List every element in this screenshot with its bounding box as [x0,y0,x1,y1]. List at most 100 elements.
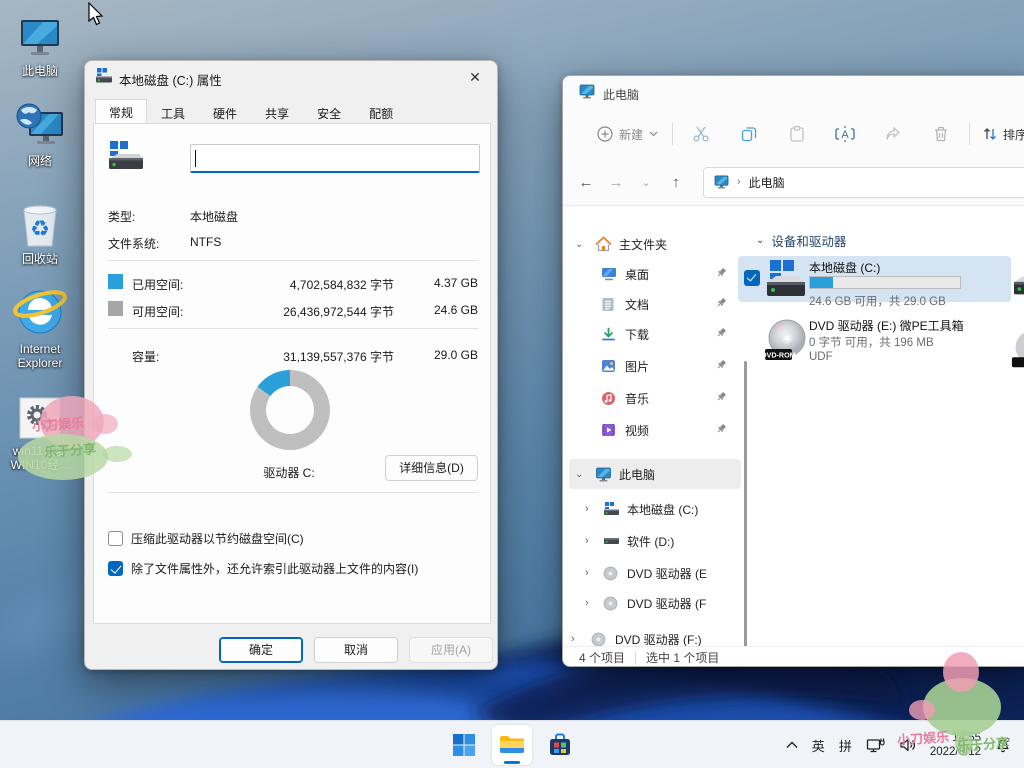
new-button[interactable]: 新建 [587,117,668,151]
svg-text:z: z [1007,737,1010,744]
desktop-icon-network[interactable]: 网络 [2,102,78,168]
sort-button[interactable]: 排序 [974,117,1024,151]
sidebar-item-documents[interactable]: 文档 [563,289,749,319]
drive-item-dvd-e[interactable]: DVD-ROM DVD 驱动器 (E:) 微PE工具箱 0 字节 可用，共 19… [738,314,1011,376]
index-checkbox-row[interactable]: 除了文件属性外，还允许索引此驱动器上文件的内容(I) [108,560,418,577]
index-checkbox[interactable] [108,561,123,576]
drive-c-icon [603,502,620,516]
toolbar-divider [672,123,673,145]
cancel-button[interactable]: 取消 [314,637,398,663]
copy-button[interactable] [725,117,773,151]
chevron-expanded-icon[interactable]: ⌄ [575,239,583,250]
system-tray: 英 拼 14:55 2022/8/12 z [779,721,1024,768]
sidebar-item-pictures[interactable]: 图片 [563,351,749,381]
chevron-collapsed-icon[interactable]: › [585,503,589,515]
sidebar-item-drive-c[interactable]: › 本地磁盘 (C:) [563,494,749,524]
sidebar-item-dvd-f[interactable]: › DVD 驱动器 (F [563,588,749,618]
volume-label-input[interactable] [190,144,480,173]
tab-general[interactable]: 常规 [95,99,147,123]
drive-usage-bar [809,276,961,289]
desktop-icon-label: 此电脑 [2,64,78,78]
forward-button[interactable]: → [601,167,631,197]
address-bar[interactable]: › 此电脑 [703,167,1024,198]
free-space-legend-swatch [108,301,123,316]
tab-quota[interactable]: 配额 [355,100,407,124]
close-icon[interactable]: ✕ [465,67,485,87]
share-icon [884,125,902,143]
compress-checkbox[interactable] [108,531,123,546]
chevron-collapsed-icon[interactable]: › [585,567,589,579]
desktop-icon-label-line1: win11恢复 [13,444,67,458]
status-items-count: 4 个项目 [579,649,625,666]
explorer-chrome: 此电脑 新建 A 排序 [563,76,1024,206]
rename-button[interactable]: A [821,117,869,151]
download-icon [601,327,616,342]
chevron-expanded-icon[interactable]: ⌄ [575,469,583,480]
selected-checkbox[interactable] [744,270,760,286]
ok-button[interactable]: 确定 [219,637,303,663]
ime-language-pinyin[interactable]: 拼 [832,725,859,765]
chevron-collapsed-icon[interactable]: › [585,597,589,609]
taskbar-store-button[interactable] [540,725,580,765]
breadcrumb-separator: › [737,176,741,188]
hidden-icons-chevron[interactable] [779,725,805,765]
taskbar-file-explorer-button[interactable] [492,725,532,765]
copy-icon [740,125,758,143]
sidebar-item-label: 桌面 [625,266,649,283]
sidebar-item-videos[interactable]: 视频 [563,415,749,445]
general-tab-panel: 类型: 本地磁盘 文件系统: NTFS 已用空间: 4,702,584,832 … [93,123,491,624]
pin-icon [716,359,727,370]
apply-button[interactable]: 应用(A) [409,637,493,663]
volume-icon[interactable] [892,725,924,765]
paste-button[interactable] [773,117,821,151]
cut-button[interactable] [677,117,725,151]
sidebar-item-downloads[interactable]: 下载 [563,319,749,349]
clipped-drive-item[interactable] [1011,264,1024,298]
delete-button[interactable] [917,117,965,151]
tab-hardware[interactable]: 硬件 [199,100,251,124]
chevron-collapsed-icon[interactable]: › [571,633,575,645]
up-button[interactable]: ↑ [661,167,691,197]
desktop-icon-internet-explorer[interactable]: InternetExplorer [2,290,78,370]
drive-filesystem: UDF [809,351,833,363]
chevron-collapsed-icon[interactable]: › [585,535,589,547]
sidebar-scrollbar[interactable] [744,361,747,646]
tab-tools[interactable]: 工具 [147,100,199,124]
dialog-titlebar[interactable]: 本地磁盘 (C:) 属性 ✕ [85,61,497,93]
pictures-icon [601,359,616,373]
details-button[interactable]: 详细信息(D) [385,455,478,481]
start-button[interactable] [444,725,484,765]
mouse-cursor [86,2,106,28]
drive-item-c[interactable]: 本地磁盘 (C:) 24.6 GB 可用，共 29.0 GB [738,256,1011,302]
tab-sharing[interactable]: 共享 [251,100,303,124]
dialog-title: 本地磁盘 (C:) 属性 [119,70,222,89]
compress-checkbox-row[interactable]: 压缩此驱动器以节约磁盘空间(C) [108,530,304,547]
sidebar-item-drive-d[interactable]: › 软件 (D:) [563,526,749,556]
breadcrumb-this-pc[interactable]: 此电脑 [749,174,785,191]
history-chevron-button[interactable]: ⌄ [631,167,661,197]
plus-circle-icon [597,126,613,142]
sidebar-item-dvd-extra[interactable]: › DVD 驱动器 (F:) [563,624,749,646]
taskbar-clock[interactable]: 14:55 2022/8/12 [924,731,987,759]
new-button-label: 新建 [619,126,643,143]
back-button[interactable]: ← [571,167,601,197]
sidebar-item-dvd-e[interactable]: › DVD 驱动器 (E [563,558,749,588]
this-pc-small-icon [595,467,612,482]
group-header-devices-drives[interactable]: ⌄ 设备和驱动器 [756,231,846,250]
sidebar-item-desktop[interactable]: 桌面 [563,259,749,289]
network-icon[interactable] [859,725,892,765]
desktop-icon-win11-restore[interactable]: win11恢复WIN10经... [2,392,78,472]
desktop-icon-this-pc[interactable]: 此电脑 [2,12,78,78]
sidebar-item-label: DVD 驱动器 (F:) [615,631,702,647]
desktop-icon-recycle-bin[interactable]: ♻ 回收站 [2,200,78,266]
share-button[interactable] [869,117,917,151]
notification-bell-icon[interactable]: z [987,725,1024,765]
clipped-dvd-item[interactable] [1011,328,1024,370]
sidebar-item-this-pc[interactable]: ⌄ 此电脑 [569,459,741,489]
drive-c-caption: 驱动器 C: [214,464,364,481]
tab-security[interactable]: 安全 [303,100,355,124]
ime-language-english[interactable]: 英 [805,725,832,765]
sidebar-item-home[interactable]: ⌄ 主文件夹 [563,229,749,259]
sidebar-item-music[interactable]: 音乐 [563,383,749,413]
chevron-expanded-icon: ⌄ [756,235,764,246]
